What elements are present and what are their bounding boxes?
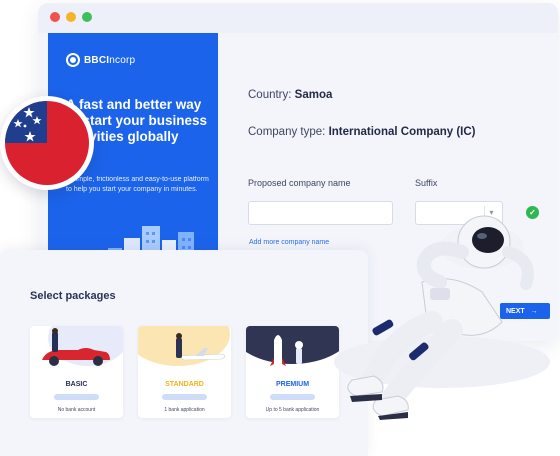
package-bar-premium bbox=[270, 394, 315, 400]
samoa-flag bbox=[5, 101, 89, 185]
car-illustration bbox=[42, 326, 123, 366]
flag-canton bbox=[5, 101, 47, 143]
country-label: Country: bbox=[248, 89, 292, 101]
package-name-standard: STANDARD bbox=[165, 381, 204, 388]
country-row: Country: Samoa bbox=[248, 89, 332, 101]
logo-text: BBCIncorp bbox=[84, 54, 136, 66]
proposed-name-label: Proposed company name bbox=[248, 178, 351, 188]
country-value: Samoa bbox=[294, 89, 333, 101]
astronaut-illustration bbox=[334, 215, 550, 420]
company-type-label: Company type: bbox=[248, 126, 326, 138]
package-bar-standard bbox=[162, 394, 207, 400]
brand-logo: BBCIncorp bbox=[66, 53, 135, 67]
maximize-window-dot[interactable] bbox=[82, 12, 92, 22]
package-card-standard[interactable]: STANDARD 1 bank application bbox=[138, 326, 231, 418]
package-feature-standard: 1 bank application bbox=[164, 407, 205, 413]
packages-title: Select packages bbox=[30, 290, 116, 302]
logo-icon bbox=[66, 53, 80, 67]
window-titlebar bbox=[38, 3, 558, 33]
company-type-row: Company type: International Company (IC) bbox=[248, 126, 476, 138]
package-name-basic: BASIC bbox=[65, 381, 88, 388]
package-card-basic[interactable]: BASIC No bank account bbox=[30, 326, 123, 418]
company-type-value: International Company (IC) bbox=[328, 126, 476, 138]
samoa-flag-badge bbox=[0, 96, 94, 190]
hero-subline: A simple, frictionless and easy-to-use p… bbox=[66, 176, 209, 194]
minimize-window-dot[interactable] bbox=[66, 12, 76, 22]
southern-cross-stars-icon bbox=[13, 107, 42, 142]
close-window-dot[interactable] bbox=[50, 12, 60, 22]
airplane-illustration bbox=[138, 326, 230, 366]
package-feature-basic: No bank account bbox=[57, 407, 96, 413]
package-bar-basic bbox=[54, 394, 99, 400]
suffix-label: Suffix bbox=[415, 178, 438, 188]
